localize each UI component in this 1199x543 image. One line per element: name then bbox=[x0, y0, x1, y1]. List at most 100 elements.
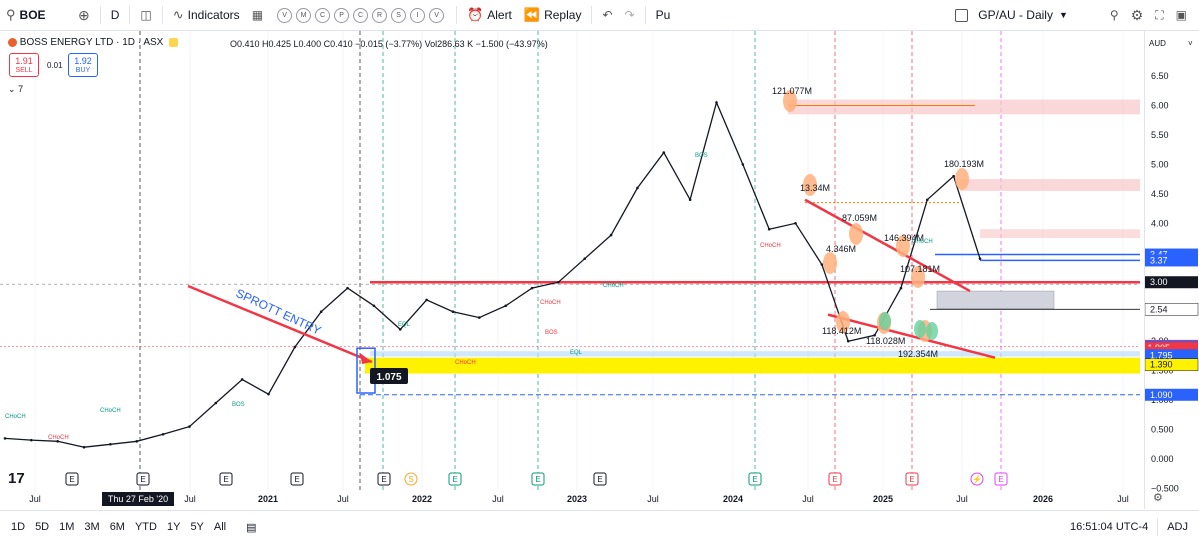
interval-label: D bbox=[110, 8, 120, 22]
price-point-26 bbox=[688, 198, 692, 202]
event-marker-label-10: E bbox=[832, 475, 837, 484]
price-point-14 bbox=[372, 304, 376, 308]
range-ytd[interactable]: YTD bbox=[130, 521, 162, 533]
layout-button[interactable]: GP/AU - Daily ▼ bbox=[949, 0, 1074, 30]
event-marker-label-11: E bbox=[909, 475, 914, 484]
plus-circle-icon: ⊕ bbox=[78, 6, 90, 23]
layout-checkbox-icon bbox=[955, 8, 969, 22]
indicator-count: 7 bbox=[18, 84, 24, 94]
replay-icon: ⏪ bbox=[523, 7, 541, 22]
price-point-30 bbox=[794, 222, 797, 225]
price-tag-3: 2.54 bbox=[1150, 304, 1168, 314]
range-3m[interactable]: 3M bbox=[79, 521, 104, 533]
time-label-0: Jul bbox=[29, 494, 41, 504]
adj-toggle[interactable]: ADJ bbox=[1162, 521, 1193, 533]
price-point-25 bbox=[662, 151, 666, 154]
range-all[interactable]: All bbox=[209, 521, 231, 533]
price-point-34 bbox=[899, 286, 903, 290]
chart-type-button[interactable]: ◫ bbox=[134, 0, 157, 30]
range-5d[interactable]: 5D bbox=[30, 521, 54, 533]
legend-status-icon bbox=[169, 37, 179, 47]
script-button-1[interactable]: M bbox=[296, 7, 312, 23]
price-point-9 bbox=[240, 378, 244, 381]
price-tag-1: 3.37 bbox=[1150, 255, 1168, 265]
snapshot-button[interactable]: ▣ bbox=[1170, 0, 1193, 30]
sell-button[interactable]: 1.91 SELL bbox=[9, 53, 39, 77]
script-button-2[interactable]: C bbox=[315, 7, 331, 23]
symbol-logo-icon bbox=[8, 37, 17, 47]
price-chart[interactable]: 1.075SPROTT ENTRY121.077M13.34M87.059M14… bbox=[0, 31, 1144, 509]
volume-label-2: 87.059M bbox=[842, 213, 877, 223]
price-tag-2: 3.00 bbox=[1150, 277, 1168, 287]
script-button-0[interactable]: V bbox=[277, 7, 293, 23]
fullscreen-button[interactable]: ⛶ bbox=[1149, 0, 1169, 30]
price-point-7 bbox=[188, 425, 191, 428]
quick-search-button[interactable]: ⚲ bbox=[1104, 0, 1125, 30]
yellow-zone bbox=[365, 357, 1140, 374]
indicators-collapse-button[interactable]: ⌄ 7 bbox=[8, 84, 23, 95]
undo-button[interactable]: ↶ bbox=[596, 0, 618, 30]
search-icon: ⚲ bbox=[6, 7, 16, 22]
price-point-16 bbox=[425, 298, 428, 302]
volume-marker-6 bbox=[955, 168, 969, 190]
price-series-line bbox=[4, 100, 981, 448]
clock-label[interactable]: 16:51:04 UTC-4 bbox=[1065, 521, 1153, 533]
compare-button[interactable]: ⊕ bbox=[72, 0, 96, 30]
price-point-17 bbox=[451, 310, 455, 313]
volume-label-8: 118.028M bbox=[866, 336, 905, 346]
price-point-19 bbox=[504, 304, 507, 308]
time-label-14: Jul bbox=[1117, 494, 1129, 504]
price-axis-svg: AUD˅6.506.005.505.004.504.003.503.002.50… bbox=[1123, 39, 1199, 504]
script-button-6[interactable]: S bbox=[391, 7, 407, 23]
price-point-18 bbox=[478, 316, 481, 319]
script-button-7[interactable]: I bbox=[410, 7, 426, 23]
time-label-13: 2026 bbox=[1033, 494, 1053, 504]
range-5y[interactable]: 5Y bbox=[185, 521, 208, 533]
script-button-4[interactable]: C bbox=[353, 7, 369, 23]
bottom-bar: 1D 5D 1M 3M 6M YTD 1Y 5Y All ▤ 16:51:04 UTC-4 AD… bbox=[0, 510, 1199, 543]
price-point-3 bbox=[82, 445, 86, 449]
spread-value: 0.01 bbox=[47, 61, 63, 70]
symbol-search[interactable]: ⚲ BOE bbox=[0, 0, 72, 30]
replay-label: Replay bbox=[544, 8, 582, 22]
green-marker-2 bbox=[926, 322, 938, 340]
price-tick-4: 4.50 bbox=[1151, 189, 1169, 199]
volume-marker-4 bbox=[823, 252, 837, 274]
publish-button[interactable]: Pu bbox=[650, 0, 677, 30]
green-marker-1 bbox=[914, 320, 926, 338]
tradingview-logo: 17 bbox=[8, 470, 25, 487]
publish-label: Pu bbox=[655, 8, 671, 22]
interval-button[interactable]: D bbox=[105, 0, 126, 30]
settings-button[interactable]: ⚙ bbox=[1125, 0, 1150, 30]
price-tick-13: 0.000 bbox=[1151, 454, 1174, 464]
chart-pane[interactable]: 1.075 SPROTT ENTRY 121.077M 13.34M 87.059M 14… bbox=[0, 31, 1144, 509]
replay-button[interactable]: ⏪ Replay bbox=[518, 0, 588, 30]
alert-button[interactable]: ⏰ Alert bbox=[461, 0, 518, 30]
price-point-27 bbox=[715, 101, 718, 104]
indicators-button[interactable]: ∿ Indicators bbox=[167, 0, 246, 30]
event-marker-label-6: E bbox=[452, 475, 457, 484]
chevron-down-icon: ▼ bbox=[1058, 10, 1068, 20]
entry-price-text: 1.075 bbox=[376, 372, 401, 383]
smc-label-5: BOS bbox=[695, 153, 708, 159]
script-button-3[interactable]: P bbox=[334, 7, 350, 23]
symbol-label: BOE bbox=[19, 8, 46, 22]
range-1y[interactable]: 1Y bbox=[162, 521, 185, 533]
range-1m[interactable]: 1M bbox=[54, 521, 79, 533]
redo-button[interactable]: ↷ bbox=[619, 0, 641, 30]
script-button-5[interactable]: R bbox=[372, 7, 388, 23]
price-point-6 bbox=[161, 432, 165, 436]
goto-date-button[interactable]: ▤ bbox=[241, 521, 261, 534]
range-1d[interactable]: 1D bbox=[6, 521, 30, 533]
range-buttons: 1D 5D 1M 3M 6M YTD 1Y 5Y All bbox=[6, 521, 231, 533]
range-6m[interactable]: 6M bbox=[105, 521, 130, 533]
time-label-10: Jul bbox=[802, 494, 814, 504]
script-button-8[interactable]: V bbox=[429, 7, 445, 23]
price-axis[interactable]: AUD˅6.506.005.505.004.504.003.503.002.50… bbox=[1123, 31, 1199, 509]
price-point-23 bbox=[609, 233, 613, 237]
price-point-36 bbox=[952, 174, 955, 178]
price-point-29 bbox=[767, 227, 771, 231]
buy-button[interactable]: 1.92 BUY bbox=[68, 53, 98, 77]
smc-label-6: CHoCH bbox=[760, 243, 781, 249]
templates-button[interactable]: ▦ bbox=[246, 0, 269, 30]
